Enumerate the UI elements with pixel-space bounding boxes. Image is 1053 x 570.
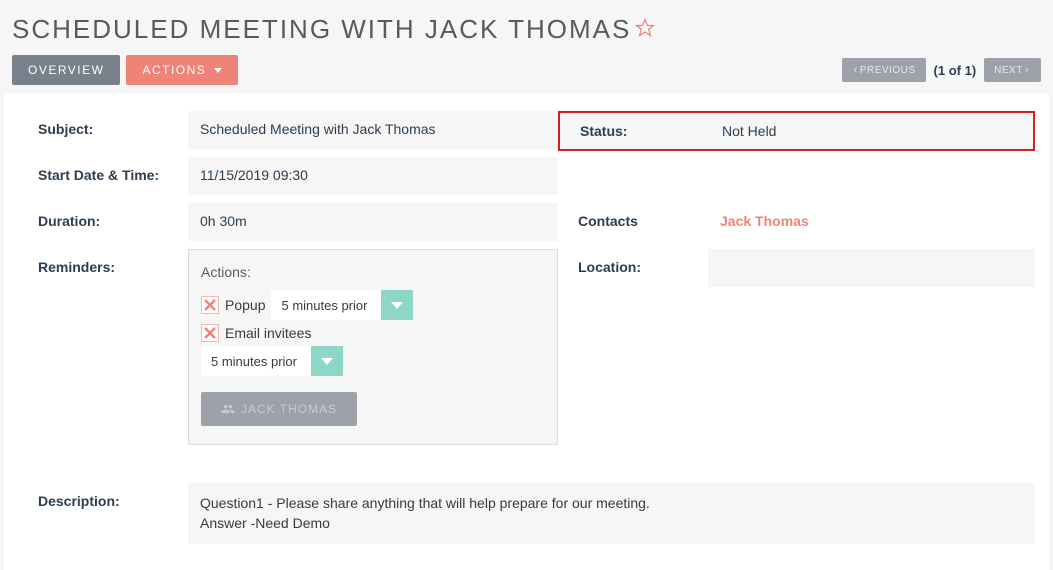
subject-label: Subject:: [18, 111, 188, 147]
duration-label: Duration:: [18, 203, 188, 239]
email-time-select[interactable]: 5 minutes prior: [201, 346, 343, 376]
chevron-left-icon: ‹: [854, 64, 858, 76]
next-button[interactable]: NEXT ›: [984, 58, 1041, 82]
favorite-star-icon[interactable]: [635, 18, 655, 41]
start-date-label: Start Date & Time:: [18, 157, 188, 193]
reminders-panel: Actions: Popup 5 minutes prior: [188, 249, 558, 445]
location-label: Location:: [558, 249, 708, 287]
description-value: Question1 - Please share anything that w…: [188, 483, 1035, 544]
email-time-value: 5 minutes prior: [201, 354, 311, 369]
email-invitees-label: Email invitees: [225, 325, 311, 341]
subject-value: Scheduled Meeting with Jack Thomas: [188, 111, 558, 149]
description-label: Description:: [18, 483, 188, 544]
contacts-label: Contacts: [558, 203, 708, 241]
actions-label: ACTIONS: [142, 63, 206, 77]
popup-time-select[interactable]: 5 minutes prior: [271, 290, 413, 320]
popup-time-value: 5 minutes prior: [271, 298, 381, 313]
detail-panel: Subject: Scheduled Meeting with Jack Tho…: [4, 93, 1049, 570]
pager-position: (1 of 1): [934, 63, 977, 78]
status-row: Status: Not Held: [558, 111, 1035, 151]
popup-time-dropdown-icon[interactable]: [381, 290, 413, 320]
users-icon: [221, 402, 235, 416]
overview-tab[interactable]: OVERVIEW: [12, 55, 120, 85]
email-checkbox[interactable]: [201, 324, 219, 342]
status-label: Status:: [560, 113, 710, 149]
next-label: NEXT: [994, 65, 1023, 76]
invitee-button[interactable]: JACK THOMAS: [201, 392, 357, 426]
start-date-value: 11/15/2019 09:30: [188, 157, 558, 195]
email-time-dropdown-icon[interactable]: [311, 346, 343, 376]
previous-label: PREVIOUS: [860, 65, 916, 76]
contact-link[interactable]: Jack Thomas: [720, 213, 809, 229]
chevron-right-icon: ›: [1025, 64, 1029, 76]
actions-dropdown[interactable]: ACTIONS: [126, 55, 238, 85]
status-value: Not Held: [710, 113, 1033, 149]
popup-checkbox[interactable]: [201, 296, 219, 314]
invitee-button-label: JACK THOMAS: [241, 402, 337, 416]
location-value: [708, 249, 1035, 287]
previous-button[interactable]: ‹ PREVIOUS: [842, 58, 926, 82]
page-title: Scheduled Meeting with Jack Thomas: [12, 14, 631, 45]
reminders-actions-title: Actions:: [201, 264, 545, 280]
caret-down-icon: [214, 68, 222, 73]
reminders-label: Reminders:: [18, 249, 188, 285]
duration-value: 0h 30m: [188, 203, 558, 241]
popup-label: Popup: [225, 297, 265, 313]
